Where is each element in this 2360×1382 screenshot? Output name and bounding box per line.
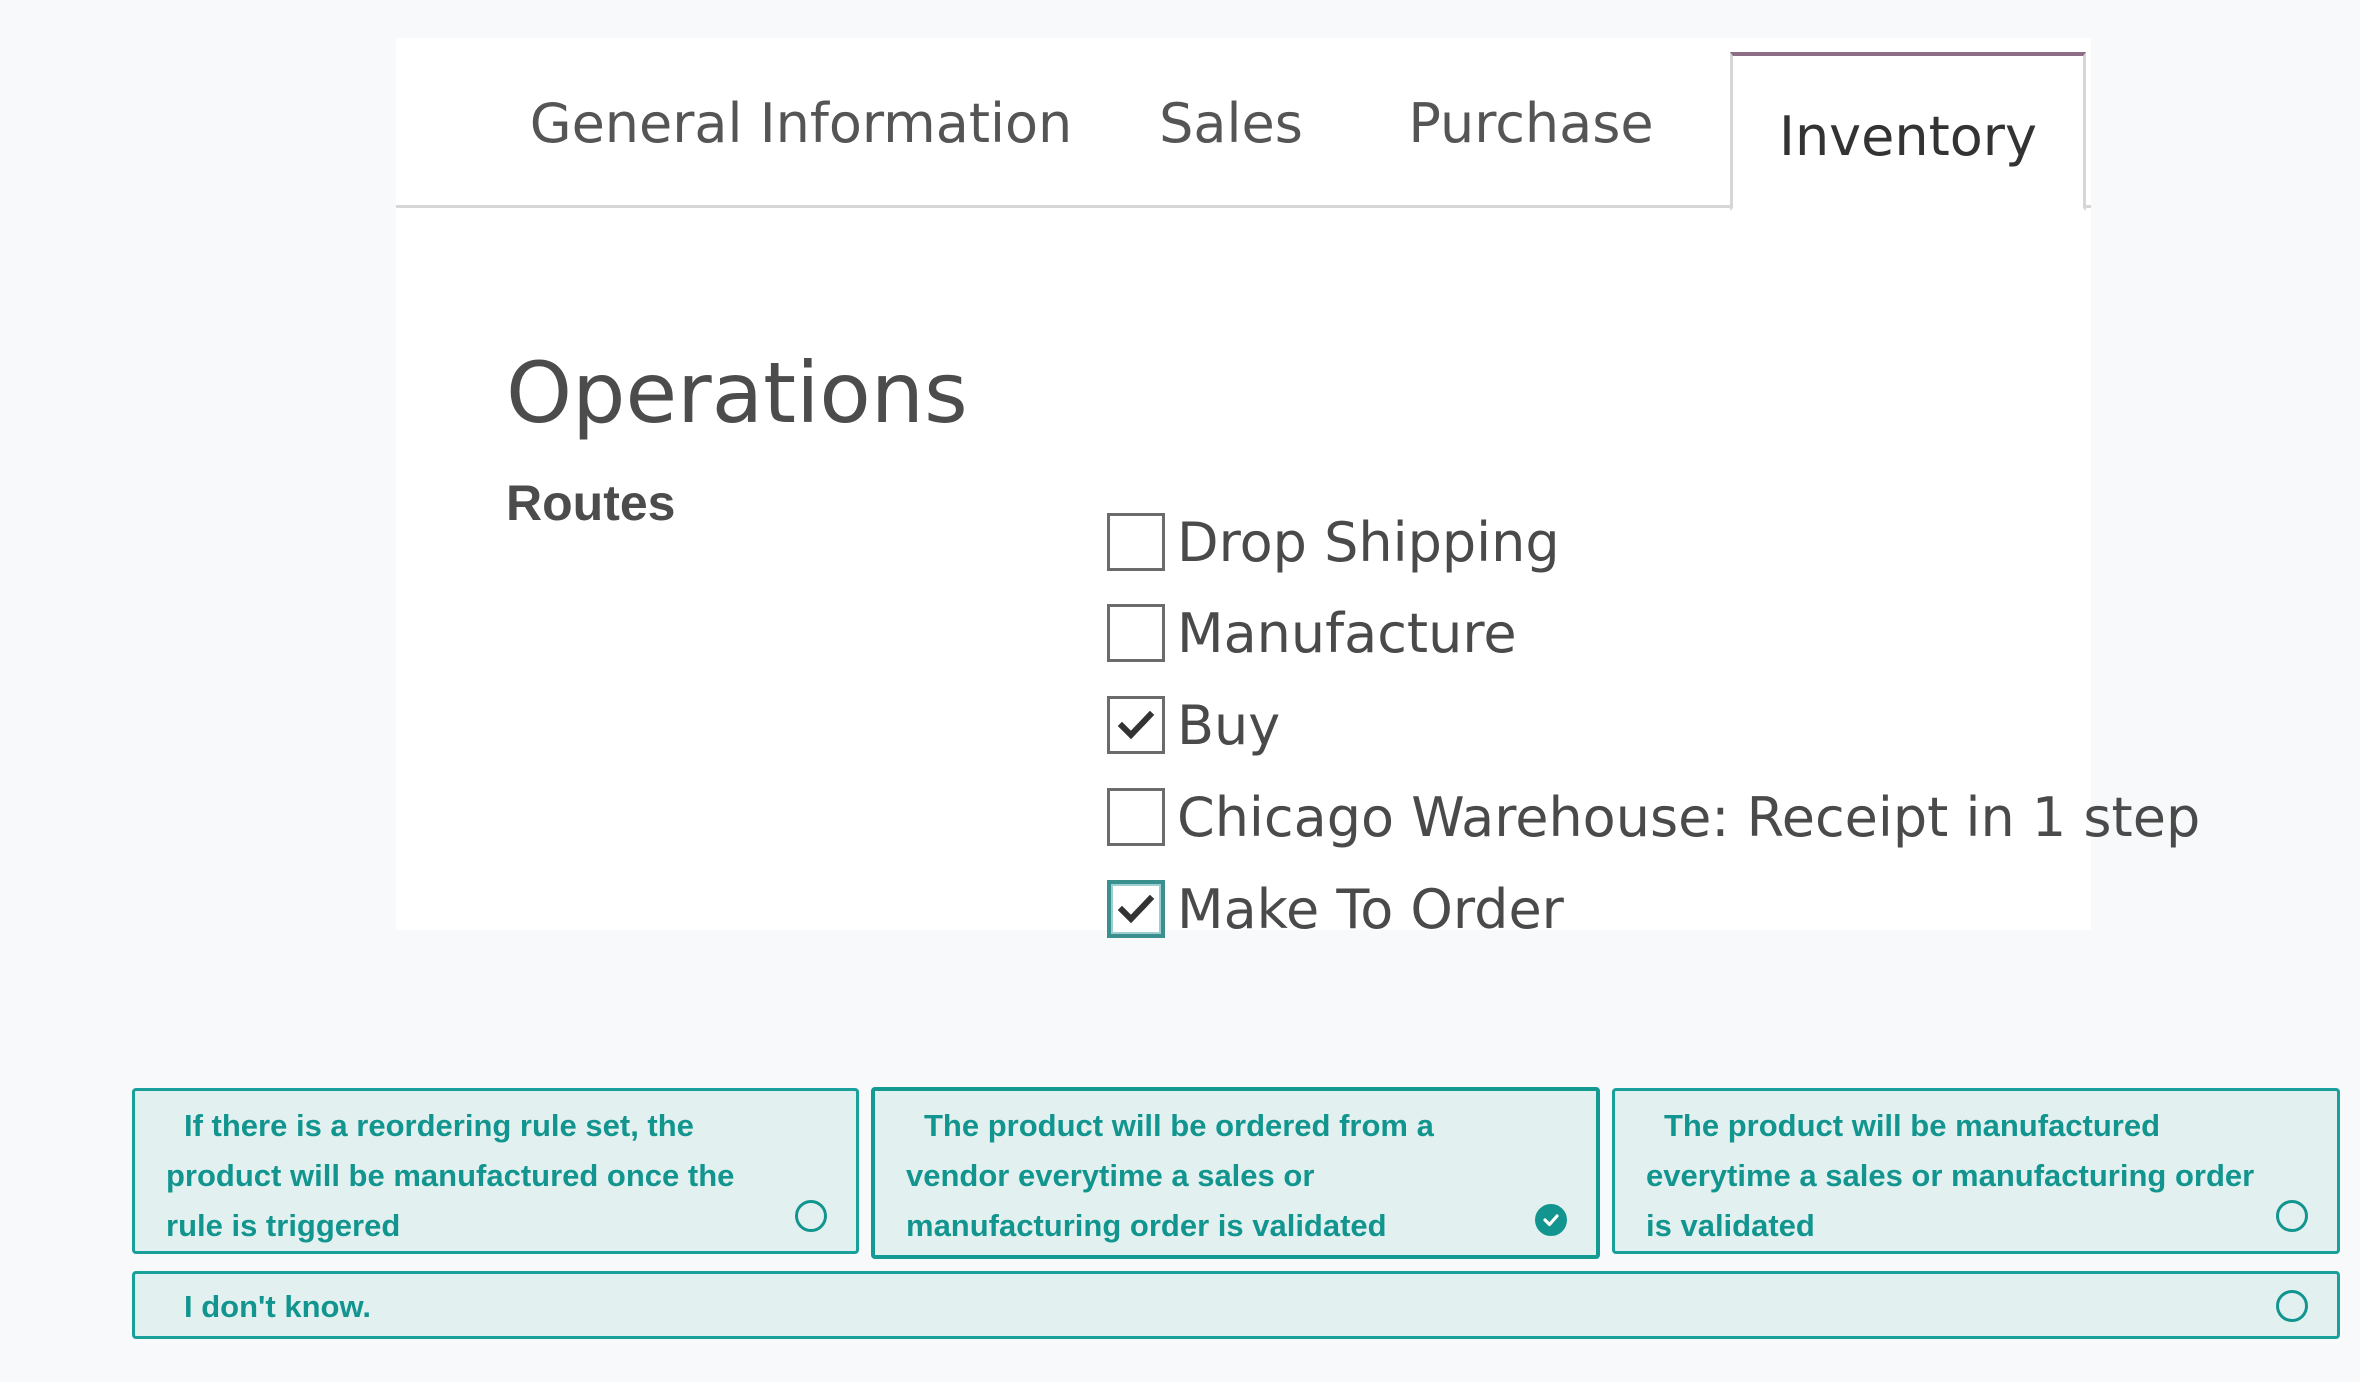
tab-inventory[interactable]: Inventory [1730,52,2086,211]
route-make-to-order[interactable]: Make To Order [1107,877,1564,941]
route-label: Drop Shipping [1177,510,1560,574]
operations-title: Operations [506,344,968,442]
checkbox[interactable] [1107,513,1165,571]
checkbox[interactable] [1107,788,1165,846]
answer-text: If there is a reordering rule set, the p… [166,1108,735,1243]
answer-option-reordering-rule[interactable]: If there is a reordering rule set, the p… [132,1088,859,1254]
answer-text: The product will be manufactured everyti… [1646,1108,2255,1243]
route-label: Chicago Warehouse: Receipt in 1 step [1177,785,2201,849]
tab-sales[interactable]: Sales [1156,38,1306,208]
checkmark-icon [1117,894,1155,924]
answer-text: The product will be ordered from a vendo… [906,1108,1434,1243]
route-manufacture[interactable]: Manufacture [1107,601,1517,665]
answer-option-dont-know[interactable]: I don't know. [132,1271,2340,1339]
checkbox-checked[interactable] [1107,696,1165,754]
radio-checked-icon[interactable] [1535,1204,1567,1236]
route-label: Manufacture [1177,601,1517,665]
checkbox-checked[interactable] [1107,880,1165,938]
tab-general-information[interactable]: General Information [530,38,1073,208]
radio-empty-icon[interactable] [2276,1290,2308,1322]
product-form-panel: General Information Sales Purchase Inven… [396,38,2200,941]
radio-empty-icon[interactable] [795,1200,827,1232]
route-chicago-warehouse-receipt[interactable]: Chicago Warehouse: Receipt in 1 step [1107,785,2200,849]
radio-empty-icon[interactable] [2276,1200,2308,1232]
answer-option-manufactured[interactable]: The product will be manufactured everyti… [1612,1088,2340,1254]
route-label: Make To Order [1177,877,1564,941]
tab-purchase[interactable]: Purchase [1396,38,1666,208]
answer-text: I don't know. [184,1289,372,1324]
answer-option-ordered-from-vendor[interactable]: The product will be ordered from a vendo… [871,1087,1600,1259]
routes-label: Routes [506,475,676,531]
route-drop-shipping[interactable]: Drop Shipping [1107,510,1560,574]
checkmark-icon [1117,710,1155,740]
route-label: Buy [1177,693,1281,757]
tab-bar: General Information Sales Purchase Inven… [396,38,2091,211]
checkbox[interactable] [1107,604,1165,662]
route-buy[interactable]: Buy [1107,693,1280,757]
